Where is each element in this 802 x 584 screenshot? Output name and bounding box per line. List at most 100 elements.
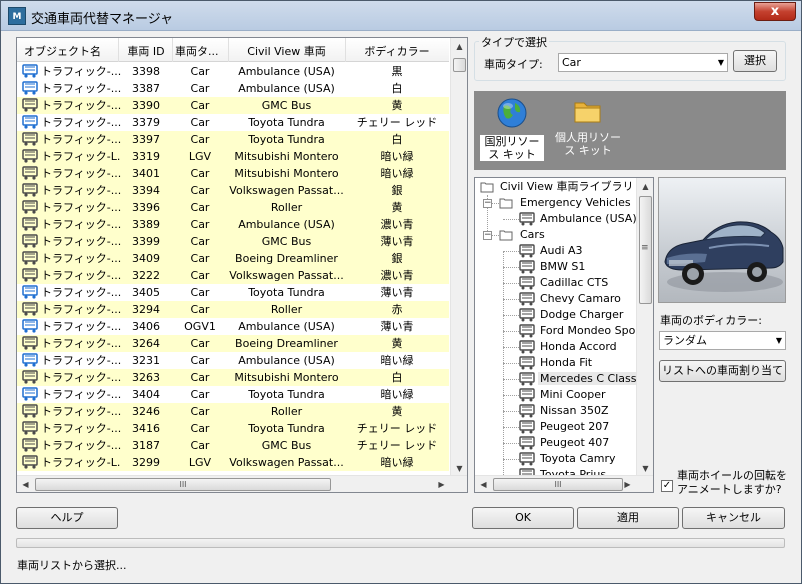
help-button[interactable]: ヘルプ	[16, 507, 118, 529]
vehicle-list[interactable]: オブジェクト名 車両 ID 車両タ... Civil View 車両 ボディカラ…	[16, 37, 468, 493]
tree-vehicle-item[interactable]: Honda Fit	[519, 355, 594, 371]
cell-vehicle-type: Car	[190, 422, 210, 435]
cell-civil-view-vehicle: Volkswagen Passat...	[229, 184, 344, 197]
select-button[interactable]: 選択	[733, 50, 777, 72]
cell-object-name: トラフィック-...	[41, 320, 121, 333]
tree-root[interactable]: Civil View 車両ライブラリ	[480, 179, 633, 195]
table-row[interactable]: トラフィック-... 3390 Car GMC Bus 黄	[17, 97, 449, 114]
table-row[interactable]: トラフィック-... 3416 Car Toyota Tundra チェリー レッド	[17, 420, 449, 437]
vehicle-object-icon	[22, 336, 38, 350]
apply-button[interactable]: 適用	[577, 507, 679, 529]
table-row[interactable]: トラフィック-... 3231 Car Ambulance (USA) 暗い緑	[17, 352, 449, 369]
cell-civil-view-vehicle: GMC Bus	[261, 235, 312, 248]
vehicle-type-value: Car	[562, 56, 581, 69]
tree-vehicle-item[interactable]: Ambulance (USA)	[519, 211, 639, 227]
cell-body-color: チェリー レッド	[356, 439, 438, 452]
tree-vehicle-item[interactable]: Nissan 350Z	[519, 403, 611, 419]
vehicle-object-icon	[22, 217, 38, 231]
col-vehicle-id[interactable]: 車両 ID	[121, 43, 171, 59]
tree-vehicle-item[interactable]: Cadillac CTS	[519, 275, 610, 291]
cell-object-name: トラフィック-...	[41, 82, 121, 95]
table-row[interactable]: トラフィック-... 3398 Car Ambulance (USA) 黒	[17, 63, 449, 80]
table-row[interactable]: トラフィック-... 3379 Car Toyota Tundra チェリー レッド	[17, 114, 449, 131]
table-row[interactable]: トラフィック-... 3389 Car Ambulance (USA) 濃い青	[17, 216, 449, 233]
tree-folder[interactable]: Emergency Vehicles	[499, 195, 633, 211]
cell-vehicle-id: 3246	[132, 405, 160, 418]
tree-vehicle-item[interactable]: Honda Accord	[519, 339, 619, 355]
tree-vehicle-item[interactable]: Toyota Camry	[519, 451, 618, 467]
assign-to-list-button[interactable]: リストへの車両割り当て	[659, 360, 786, 382]
collapse-toggle[interactable]: −	[483, 231, 492, 240]
tree-item-label: Ambulance (USA)	[540, 212, 637, 225]
scroll-thumb[interactable]	[453, 58, 466, 72]
table-row[interactable]: トラフィック-... 3401 Car Mitsubishi Montero 暗い緑	[17, 165, 449, 182]
cell-vehicle-type: Car	[190, 252, 210, 265]
table-row[interactable]: トラフィック-... 3246 Car Roller 黄	[17, 403, 449, 420]
tree-vehicle-item[interactable]: Chevy Camaro	[519, 291, 623, 307]
progress-bar	[16, 538, 785, 548]
table-row[interactable]: トラフィック-... 3396 Car Roller 黄	[17, 199, 449, 216]
cancel-button[interactable]: キャンセル	[682, 507, 785, 529]
vehicle-type-dropdown[interactable]: Car ▼	[558, 53, 728, 72]
tree-vehicle-item[interactable]: Mercedes C Class	[519, 371, 639, 387]
tree-hscroll-thumb[interactable]: III	[493, 478, 623, 491]
cell-object-name: トラフィック-...	[41, 303, 121, 316]
table-row[interactable]: トラフィック-... 3387 Car Ambulance (USA) 白	[17, 80, 449, 97]
country-resource-kit[interactable]: 国別リソース キット	[480, 97, 544, 161]
list-horizontal-scrollbar[interactable]: ◀ III ▶	[17, 475, 467, 492]
table-row[interactable]: トラフィック-L... 3299 LGV Volkswagen Passat... 暗い…	[17, 454, 449, 471]
scroll-right-arrow[interactable]: ▶	[433, 476, 450, 492]
table-row[interactable]: トラフィック-... 3294 Car Roller 赤	[17, 301, 449, 318]
tree-horizontal-scrollbar[interactable]: ◀ III ▶	[475, 475, 653, 492]
vehicle-library-tree[interactable]: Civil View 車両ライブラリ Emergency Vehicles − Amb…	[474, 177, 654, 493]
tree-vehicle-item[interactable]: Peugeot 407	[519, 435, 611, 451]
col-civil-view-vehicle[interactable]: Civil View 車両	[229, 43, 344, 59]
title-bar[interactable]: M 交通車両代替マネージャ x	[1, 1, 801, 31]
col-body-color[interactable]: ボディカラー	[347, 43, 447, 59]
tree-item-label: Nissan 350Z	[540, 404, 609, 417]
col-object-name[interactable]: オブジェクト名	[24, 43, 119, 59]
personal-resource-kit[interactable]: 個人用リソース キット	[550, 97, 626, 157]
table-row[interactable]: トラフィック-... 3405 Car Toyota Tundra 薄い青	[17, 284, 449, 301]
table-row[interactable]: トラフィック-L... 3319 LGV Mitsubishi Montero 暗い緑	[17, 148, 449, 165]
table-row[interactable]: トラフィック-... 3399 Car GMC Bus 薄い青	[17, 233, 449, 250]
folder-icon	[499, 198, 513, 209]
tree-scroll-left-arrow[interactable]: ◀	[475, 476, 492, 492]
table-row[interactable]: トラフィック-... 3404 Car Toyota Tundra 暗い緑	[17, 386, 449, 403]
collapse-toggle[interactable]: −	[483, 199, 492, 208]
body-color-dropdown[interactable]: ランダム ▼	[659, 331, 786, 350]
tree-vehicle-item[interactable]: Peugeot 207	[519, 419, 611, 435]
tree-vehicle-item[interactable]: Audi A3	[519, 243, 585, 259]
ok-button[interactable]: OK	[472, 507, 574, 529]
tree-folder[interactable]: Cars	[499, 227, 547, 243]
table-row[interactable]: トラフィック-... 3397 Car Toyota Tundra 白	[17, 131, 449, 148]
tree-vehicle-item[interactable]: Ford Mondeo Sportb	[519, 323, 653, 339]
table-row[interactable]: トラフィック-... 3263 Car Mitsubishi Montero 白	[17, 369, 449, 386]
cell-civil-view-vehicle: Roller	[270, 303, 303, 316]
table-row[interactable]: トラフィック-... 3187 Car GMC Bus チェリー レッド	[17, 437, 449, 454]
col-vehicle-type[interactable]: 車両タ...	[175, 43, 227, 59]
table-row[interactable]: トラフィック-... 3264 Car Boeing Dreamliner 黄	[17, 335, 449, 352]
scroll-left-arrow[interactable]: ◀	[17, 476, 34, 492]
close-button[interactable]: x	[754, 2, 796, 21]
table-row[interactable]: トラフィック-... 3409 Car Boeing Dreamliner 銀	[17, 250, 449, 267]
tree-vehicle-item[interactable]: Mini Cooper	[519, 387, 607, 403]
vehicle-icon	[519, 212, 535, 226]
tree-vehicle-item[interactable]: BMW S1	[519, 259, 587, 275]
table-row[interactable]: トラフィック-... 3406 OGV1 Ambulance (USA) 薄い青	[17, 318, 449, 335]
tree-scroll-up-arrow[interactable]: ▲	[637, 178, 653, 195]
tree-scroll-right-arrow[interactable]: ▶	[619, 476, 636, 492]
tree-vehicle-item[interactable]: Dodge Charger	[519, 307, 625, 323]
wheel-anim-checkbox[interactable]: ✓	[661, 480, 673, 492]
table-row[interactable]: トラフィック-... 3394 Car Volkswagen Passat... 銀	[17, 182, 449, 199]
cell-body-color: 白	[391, 371, 403, 384]
cell-vehicle-id: 3390	[132, 99, 160, 112]
hscroll-thumb[interactable]: III	[35, 478, 331, 491]
cell-body-color: 黒	[391, 65, 403, 78]
table-row[interactable]: トラフィック-... 3222 Car Volkswagen Passat... 濃い青	[17, 267, 449, 284]
cell-civil-view-vehicle: Roller	[270, 201, 303, 214]
list-vertical-scrollbar[interactable]: ▲ ▼	[450, 38, 467, 477]
tree-scroll-thumb[interactable]: ≡	[639, 196, 652, 304]
scroll-up-arrow[interactable]: ▲	[451, 38, 467, 55]
tree-vertical-scrollbar[interactable]: ▲ ≡ ▼	[636, 178, 653, 477]
